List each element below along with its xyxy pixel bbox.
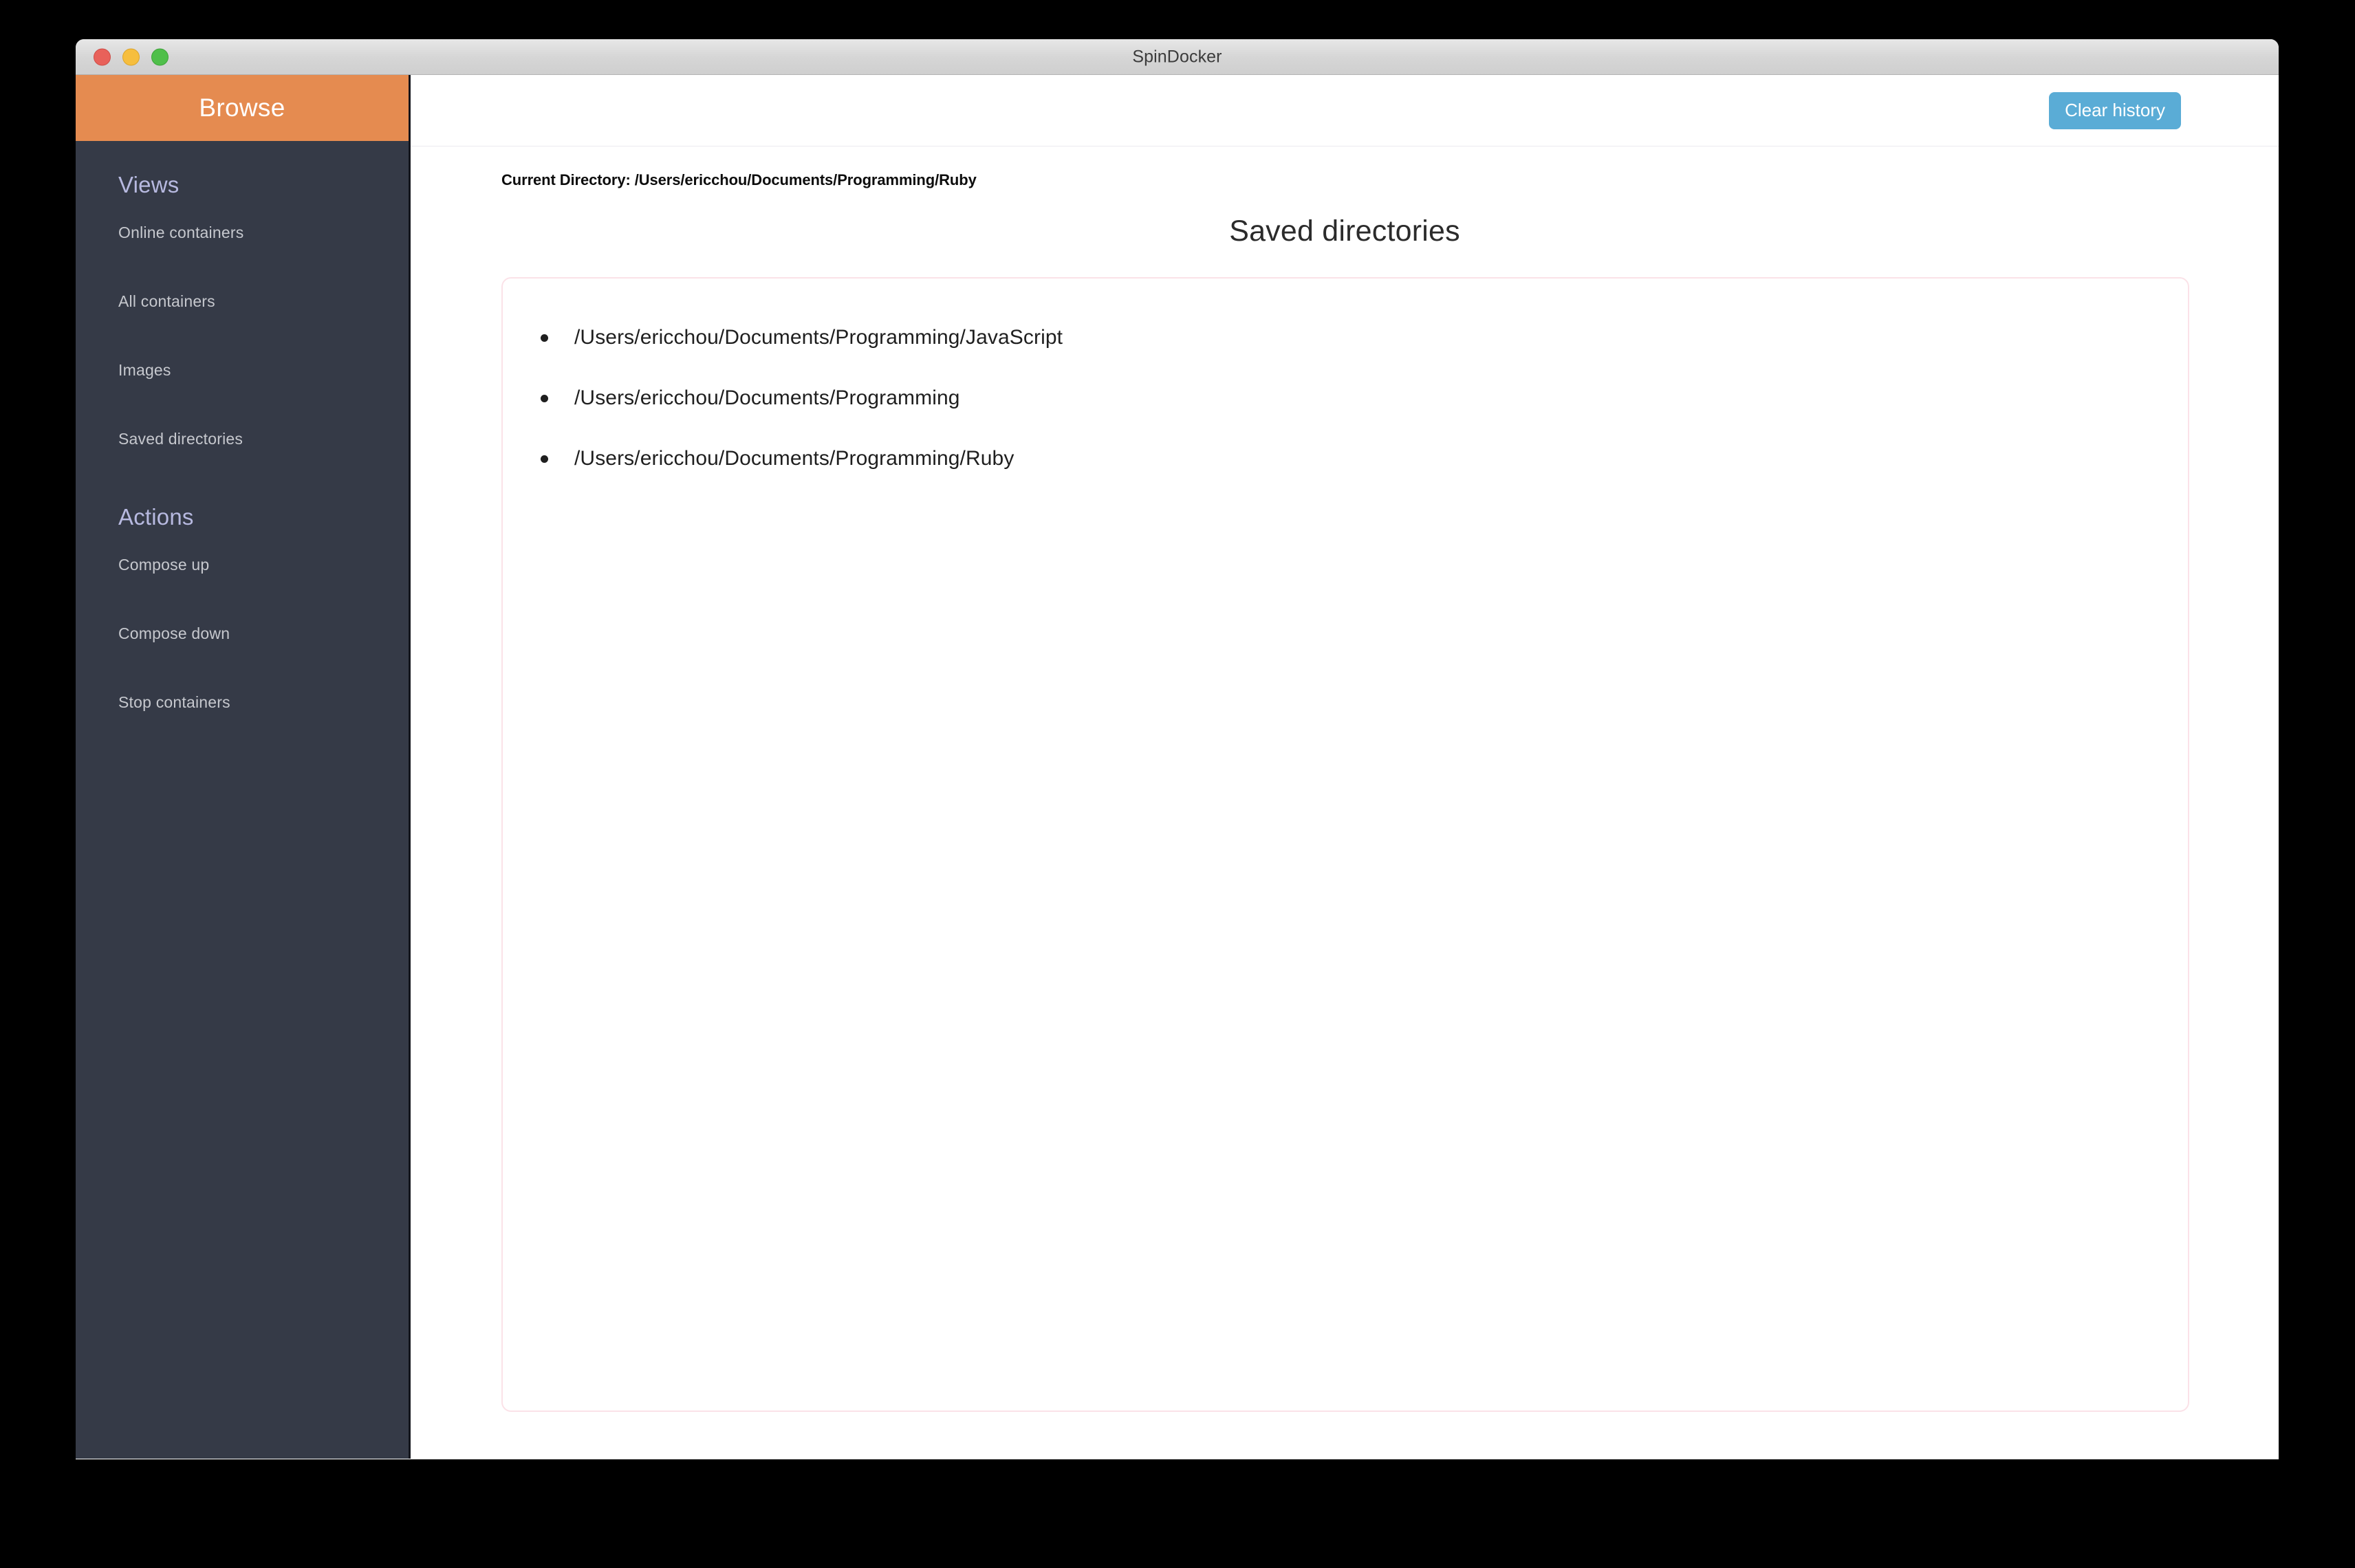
saved-directory-path: /Users/ericchou/Documents/Programming xyxy=(574,386,960,409)
content-area: Clear history Current Directory: /Users/… xyxy=(411,75,2279,1459)
sidebar-item-label: Compose down xyxy=(118,624,230,642)
window-titlebar: SpinDocker xyxy=(76,39,2279,75)
list-item[interactable]: /Users/ericchou/Documents/Programming/Ja… xyxy=(503,307,2188,368)
list-item[interactable]: /Users/ericchou/Documents/Programming/Ru… xyxy=(503,428,2188,489)
content-scroll-region: Current Directory: /Users/ericchou/Docum… xyxy=(411,146,2279,1459)
sidebar-item-label: Stop containers xyxy=(118,693,230,711)
sidebar-item-saved-directories[interactable]: Saved directories xyxy=(76,404,409,473)
saved-directories-panel: /Users/ericchou/Documents/Programming/Ja… xyxy=(501,277,2189,1412)
sidebar-item-label: Online containers xyxy=(118,223,244,241)
sidebar-section-actions: Actions Compose up Compose down Stop con… xyxy=(76,473,409,737)
window-title: SpinDocker xyxy=(1132,47,1222,66)
sidebar-section-title-actions: Actions xyxy=(118,504,194,530)
sidebar-item-online-containers[interactable]: Online containers xyxy=(76,198,409,267)
clear-history-button[interactable]: Clear history xyxy=(2049,91,2181,129)
sidebar-item-label: All containers xyxy=(118,292,215,310)
content-toolbar: Clear history xyxy=(411,75,2279,146)
sidebar: Browse Views Online containers All conta… xyxy=(76,75,411,1459)
sidebar-item-compose-down[interactable]: Compose down xyxy=(76,599,409,668)
sidebar-item-compose-up[interactable]: Compose up xyxy=(76,530,409,599)
page-title: Saved directories xyxy=(1229,215,1460,248)
saved-directory-path: /Users/ericchou/Documents/Programming/Ja… xyxy=(574,326,1063,349)
current-directory-label: Current Directory: /Users/ericchou/Docum… xyxy=(501,171,977,188)
list-item[interactable]: /Users/ericchou/Documents/Programming xyxy=(503,368,2188,428)
sidebar-brand-label: Browse xyxy=(199,94,285,122)
saved-directory-path: /Users/ericchou/Documents/Programming/Ru… xyxy=(574,447,1014,470)
window-body: Browse Views Online containers All conta… xyxy=(76,75,2279,1459)
sidebar-section-title-views: Views xyxy=(118,172,180,197)
sidebar-item-label: Saved directories xyxy=(118,429,243,448)
sidebar-item-label: Images xyxy=(118,360,171,379)
app-window: SpinDocker Browse Views Online container… xyxy=(76,39,2279,1459)
sidebar-item-images[interactable]: Images xyxy=(76,336,409,404)
sidebar-item-all-containers[interactable]: All containers xyxy=(76,267,409,336)
sidebar-item-stop-containers[interactable]: Stop containers xyxy=(76,668,409,737)
sidebar-item-label: Compose up xyxy=(118,555,210,574)
sidebar-section-views: Views Online containers All containers I… xyxy=(76,141,409,473)
saved-directories-list: /Users/ericchou/Documents/Programming/Ja… xyxy=(503,307,2188,489)
sidebar-brand-browse[interactable]: Browse xyxy=(76,75,409,141)
